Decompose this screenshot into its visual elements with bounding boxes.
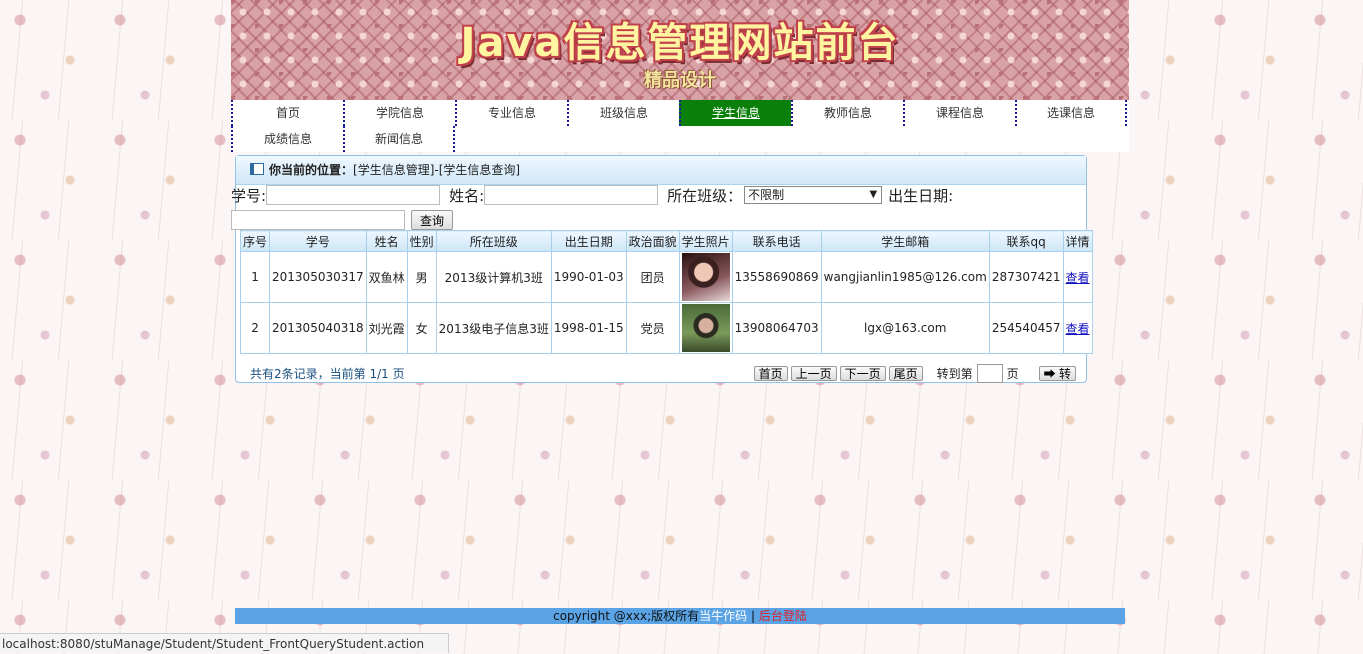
footer-author-link[interactable]: 当牛作码 [699,609,747,623]
birth-label: 出生日期: [888,186,954,205]
student-photo [681,253,730,301]
col-student-no: 学号 [269,230,367,252]
col-politics: 政治面貌 [625,230,680,252]
cell-class: 2013级计算机3班 [435,251,552,303]
col-gender: 性别 [406,230,437,252]
student-no-input[interactable] [266,185,441,205]
nav-item-news[interactable]: 新闻信息 [343,126,455,152]
name-label: 姓名: [449,186,485,205]
cell-detail: 查看 [1062,302,1093,354]
class-label: 所在班级： [667,186,743,205]
breadcrumb-path: [学生信息管理]-[学生信息查询] [353,163,521,177]
cell-politics: 团员 [625,251,680,303]
last-page-button[interactable]: 尾页 [888,366,923,381]
nav-item-teacher[interactable]: 教师信息 [791,100,903,126]
nav-row-1: 首页 学院信息 专业信息 班级信息 学生信息 教师信息 课程信息 选课信息 [231,100,1129,126]
banner-title: Java信息管理网站前台 [460,20,900,66]
footer-copyright: copyright @xxx;版权所有 [553,609,700,623]
class-select[interactable]: 不限制 ▼ [744,186,883,204]
student-photo [681,304,730,352]
student-table: 序号 学号 姓名 性别 所在班级 出生日期 政治面貌 学生照片 联系电话 学生邮… [239,230,1093,354]
class-select-value: 不限制 [748,188,785,202]
cell-phone: 13908064703 [731,302,822,354]
dropdown-arrow-icon: ▼ [869,189,878,200]
col-class: 所在班级 [435,230,552,252]
cell-email: lgx@163.com [820,302,990,354]
nav-item-course-selection[interactable]: 选课信息 [1015,100,1127,126]
table-row: 2 201305040318 刘光霞 女 2013级电子信息3班 1998-01… [239,302,1093,354]
table-row: 1 201305030317 双鱼林 男 2013级计算机3班 1990-01-… [239,251,1093,303]
banner-subtitle: 精品设计 [644,70,716,91]
status-url: localhost:8080/stuManage/Student/Student… [2,637,425,651]
pagination-controls: 首页 上一页 下一页 尾页 转到第 页 ➡ 转 [751,364,1076,383]
nav-item-score[interactable]: 成绩信息 [231,126,343,152]
col-index: 序号 [239,230,271,252]
query-button[interactable]: 查询 [411,210,454,230]
cell-gender: 女 [406,302,437,354]
nav-item-class[interactable]: 班级信息 [567,100,679,126]
name-input[interactable] [484,185,659,205]
birth-date-input[interactable] [231,210,405,230]
cell-qq: 254540457 [988,302,1064,354]
next-page-button[interactable]: 下一页 [839,366,886,381]
pagination: 共有2条记录，当前第 1/1 页 首页 上一页 下一页 尾页 转到第 页 ➡ 转 [250,364,1076,383]
table-header-row: 序号 学号 姓名 性别 所在班级 出生日期 政治面貌 学生照片 联系电话 学生邮… [239,230,1093,252]
admin-login-link[interactable]: 后台登陆 [759,609,807,623]
go-button[interactable]: ➡ 转 [1038,366,1076,381]
prev-page-button[interactable]: 上一页 [790,366,837,381]
col-photo: 学生照片 [678,230,733,252]
cell-photo [678,302,733,354]
cell-birth: 1990-01-03 [550,251,627,303]
search-form: 学号: 姓名: 所在班级： 不限制 ▼ 出生日期: 查询 [231,183,1011,232]
cell-student-no: 201305030317 [269,251,367,303]
footer: copyright @xxx;版权所有当牛作码 | 后台登陆 [235,608,1125,624]
cell-index: 2 [239,302,271,354]
goto-label: 转到第 [936,367,973,381]
nav-item-student[interactable]: 学生信息 [679,100,791,126]
nav-item-home[interactable]: 首页 [231,100,343,126]
col-name: 姓名 [365,230,408,252]
cell-name: 双鱼林 [365,251,408,303]
cell-phone: 13558690869 [731,251,822,303]
first-page-button[interactable]: 首页 [753,366,788,381]
cell-email: wangjianlin1985@126.com [820,251,990,303]
browser-status-bar: localhost:8080/stuManage/Student/Student… [0,633,449,653]
cell-qq: 287307421 [988,251,1064,303]
site-banner: Java信息管理网站前台 精品设计 [231,0,1129,100]
view-detail-link[interactable]: 查看 [1066,271,1090,285]
col-birth: 出生日期 [550,230,627,252]
cell-student-no: 201305040318 [269,302,367,354]
main-nav: 首页 学院信息 专业信息 班级信息 学生信息 教师信息 课程信息 选课信息 成绩… [231,100,1129,152]
breadcrumb-prefix: 你当前的位置： [269,163,354,177]
col-detail: 详情 [1062,230,1093,252]
col-phone: 联系电话 [731,230,822,252]
view-detail-link[interactable]: 查看 [1066,322,1090,336]
col-email: 学生邮箱 [820,230,990,252]
cell-politics: 党员 [625,302,680,354]
pagination-info: 共有2条记录，当前第 1/1 页 [250,367,405,381]
cell-gender: 男 [406,251,437,303]
col-qq: 联系qq [988,230,1064,252]
nav-item-course[interactable]: 课程信息 [903,100,1015,126]
cell-name: 刘光霞 [365,302,408,354]
page-number-input[interactable] [976,364,1003,383]
student-no-label: 学号: [231,186,267,205]
nav-item-college[interactable]: 学院信息 [343,100,455,126]
cell-class: 2013级电子信息3班 [435,302,552,354]
window-icon [250,163,264,175]
breadcrumb: 你当前的位置：[学生信息管理]-[学生信息查询] [236,156,1086,185]
page-unit-label: 页 [1006,367,1019,381]
footer-separator: | [750,609,756,623]
cell-detail: 查看 [1062,251,1093,303]
nav-row-2: 成绩信息 新闻信息 [231,126,1129,152]
nav-item-major[interactable]: 专业信息 [455,100,567,126]
cell-index: 1 [239,251,271,303]
cell-birth: 1998-01-15 [550,302,627,354]
cell-photo [678,251,733,303]
